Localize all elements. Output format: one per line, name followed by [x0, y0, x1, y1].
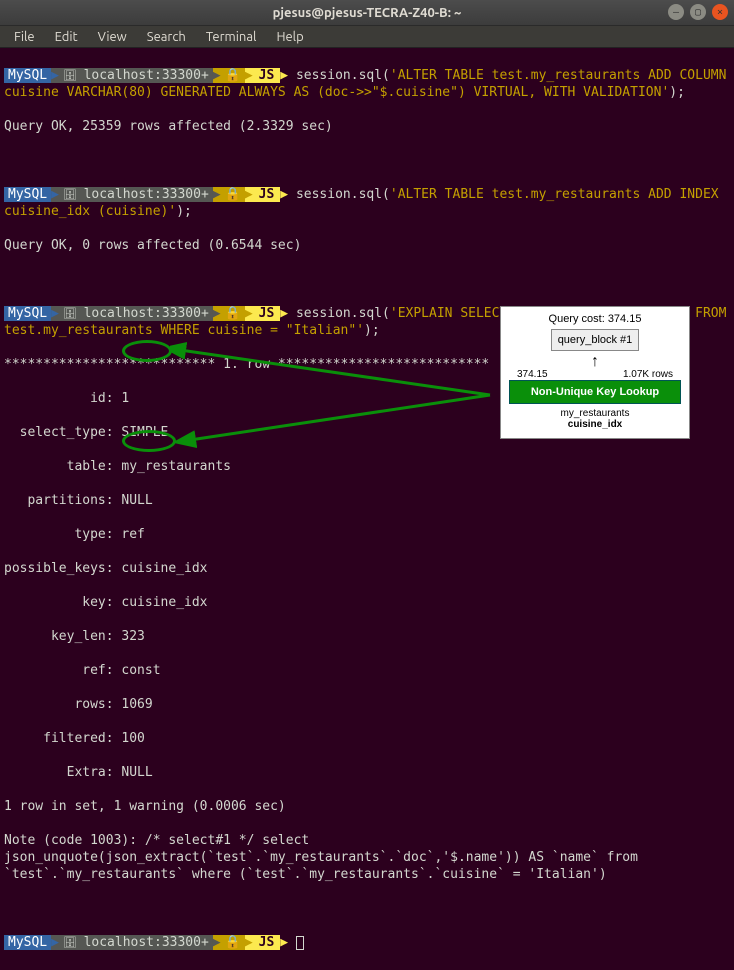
query-plan-popup: Query cost: 374.15 query_block #1 ↑ 374.…: [500, 306, 690, 439]
terminal-output[interactable]: MySQL▶🗄 localhost:33300+▶🔒▶JS▶ session.s…: [0, 48, 734, 970]
explain-key: cuisine_idx: [114, 595, 208, 610]
explain-extra: NULL: [114, 765, 153, 780]
window-title: pjesus@pjesus-TECRA-Z40-B: ~: [273, 6, 462, 20]
minimize-button[interactable]: –: [668, 4, 684, 20]
menubar: File Edit View Search Terminal Help: [0, 26, 734, 48]
menu-help[interactable]: Help: [268, 28, 311, 46]
explain-note: Note (code 1003): /* select#1 */ select …: [4, 832, 730, 883]
prompt-mode-js: JS: [253, 187, 281, 202]
popup-index-name: cuisine_idx: [509, 419, 681, 430]
explain-footer-rows: 1 row in set, 1 warning (0.0006 sec): [4, 798, 730, 815]
explain-possible-keys: cuisine_idx: [114, 561, 208, 576]
prompt-host: 🗄 localhost:33300+: [59, 306, 213, 321]
explain-table: my_restaurants: [114, 459, 231, 474]
explain-select-type-label: select_type:: [4, 425, 114, 440]
explain-rows-label: rows:: [4, 697, 114, 712]
explain-filtered-label: filtered:: [4, 731, 114, 746]
arrow-up-icon: ↑: [509, 357, 681, 367]
prompt-host: 🗄 localhost:33300+: [59, 935, 213, 950]
database-icon: 🗄: [63, 188, 84, 201]
explain-select-type: SIMPLE: [114, 425, 169, 440]
explain-rows: 1069: [114, 697, 153, 712]
popup-query-block: query_block #1: [551, 329, 640, 351]
prompt-mysql-badge: MySQL: [4, 935, 51, 950]
explain-key-len-label: key_len:: [4, 629, 114, 644]
window-titlebar: pjesus@pjesus-TECRA-Z40-B: ~ – ▢ ×: [0, 0, 734, 26]
window-controls: – ▢ ×: [668, 4, 728, 20]
close-button[interactable]: ×: [712, 4, 728, 20]
lock-icon: 🔒: [221, 187, 245, 202]
explain-id-label: id:: [4, 391, 114, 406]
explain-partitions-label: partitions:: [4, 493, 114, 508]
popup-lookup-type: Non-Unique Key Lookup: [509, 380, 681, 404]
explain-type-label: type:: [4, 527, 114, 542]
prompt-mode-js: JS: [253, 935, 281, 950]
explain-filtered: 100: [114, 731, 145, 746]
prompt-mode-js: JS: [253, 68, 281, 83]
prompt-host: 🗄 localhost:33300+: [59, 68, 213, 83]
explain-ref-label: ref:: [4, 663, 114, 678]
explain-possible-keys-label: possible_keys:: [4, 561, 114, 576]
terminal-cursor[interactable]: [296, 936, 304, 950]
prompt-host: 🗄 localhost:33300+: [59, 187, 213, 202]
popup-cost-rows: 374.15 1.07K rows: [509, 369, 681, 380]
explain-extra-label: Extra:: [4, 765, 114, 780]
menu-file[interactable]: File: [6, 28, 43, 46]
menu-terminal[interactable]: Terminal: [198, 28, 265, 46]
popup-rows-right: 1.07K rows: [623, 369, 673, 380]
database-icon: 🗄: [63, 69, 84, 82]
explain-id: 1: [114, 391, 130, 406]
prompt-mysql-badge: MySQL: [4, 306, 51, 321]
maximize-button[interactable]: ▢: [690, 4, 706, 20]
explain-ref: const: [114, 663, 161, 678]
database-icon: 🗄: [63, 307, 84, 320]
explain-type: ref: [114, 527, 145, 542]
prompt-mysql-badge: MySQL: [4, 68, 51, 83]
popup-table-name: my_restaurants: [509, 408, 681, 419]
explain-key-len: 323: [114, 629, 145, 644]
prompt-mysql-badge: MySQL: [4, 187, 51, 202]
popup-query-cost: Query cost: 374.15: [509, 313, 681, 325]
lock-icon: 🔒: [221, 935, 245, 950]
menu-view[interactable]: View: [90, 28, 135, 46]
popup-cost-left: 374.15: [517, 369, 548, 380]
database-icon: 🗄: [63, 936, 84, 949]
explain-key-label: key:: [4, 595, 114, 610]
explain-table-label: table:: [4, 459, 114, 474]
menu-edit[interactable]: Edit: [47, 28, 86, 46]
sql-result-2: Query OK, 0 rows affected (0.6544 sec): [4, 237, 730, 254]
lock-icon: 🔒: [221, 306, 245, 321]
explain-partitions: NULL: [114, 493, 153, 508]
sql-result-1: Query OK, 25359 rows affected (2.3329 se…: [4, 118, 730, 135]
prompt-mode-js: JS: [253, 306, 281, 321]
lock-icon: 🔒: [221, 68, 245, 83]
menu-search[interactable]: Search: [139, 28, 194, 46]
